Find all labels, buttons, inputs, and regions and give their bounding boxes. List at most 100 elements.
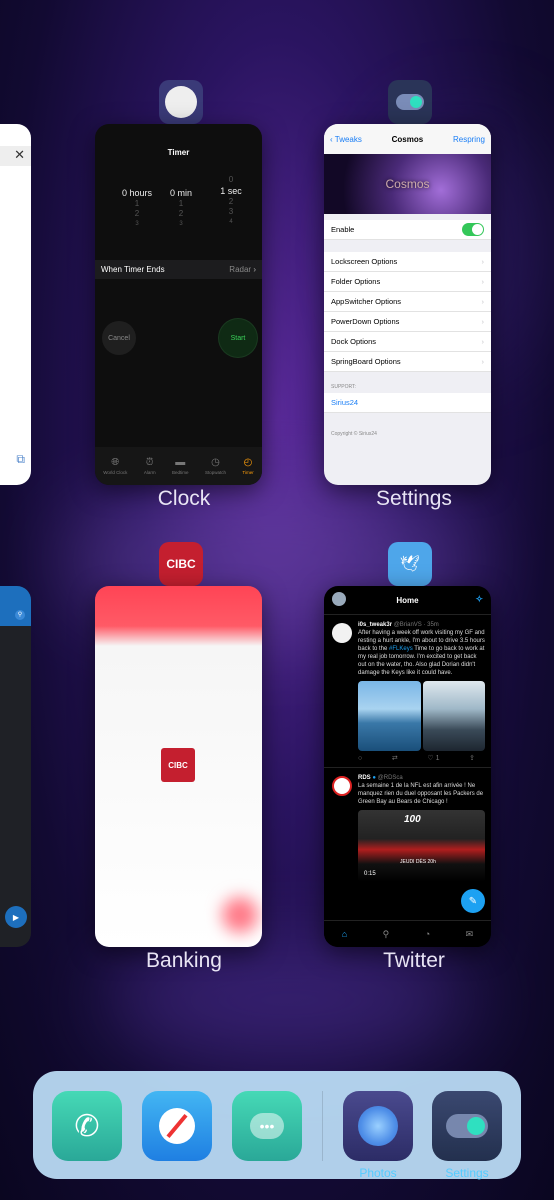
settings-app-icon (388, 80, 432, 124)
partial-app-card-left-bottom[interactable]: ⚲ ▶ (0, 586, 31, 947)
seconds-picker[interactable]: 0 1 sec 2 3 4 (211, 175, 251, 227)
video-button[interactable]: ▶ (5, 906, 27, 928)
tweet[interactable]: RDS ● @RDSca La semaine 1 de la NFL est … (324, 767, 491, 882)
when-timer-ends-row[interactable]: When Timer Ends Radar › (95, 260, 262, 279)
video-caption: JEUDI DÈS 20h (400, 859, 436, 865)
option-row[interactable]: SpringBoard Options › (324, 352, 491, 372)
photo[interactable] (358, 681, 421, 751)
tweet-video[interactable]: 100 JEUDI DÈS 20h 0:15 (358, 810, 485, 882)
bell-icon[interactable]: ◔ (425, 929, 430, 939)
hashtag-link[interactable]: #FLKeys (389, 646, 413, 652)
messages-icon: ••• (250, 1113, 284, 1139)
home-icon[interactable]: ⌂ (342, 929, 347, 939)
bed-icon: ▬ (175, 457, 186, 468)
avatar (332, 776, 352, 796)
settings-nav-bar: ‹ Tweaks Cosmos Respring (324, 124, 491, 154)
search-icon: ⚲ (15, 610, 25, 620)
compose-icon: ✎ (468, 895, 478, 907)
hours-picker[interactable]: 0 hours 1 2 3 (117, 187, 157, 229)
close-icon[interactable]: ✕ (14, 147, 25, 163)
clock-icon (165, 86, 197, 118)
twitter-app-card[interactable]: Home ✧ i0s_tweak3r @BrianVS · 35m After … (324, 586, 491, 947)
settings-label: Settings (445, 1166, 489, 1180)
twitter-app-icon: 🕊︎ (388, 542, 432, 586)
phone-app-button[interactable]: ✆ (52, 1091, 122, 1161)
tweet-actions: ○ ⇄ ♡ 1 ⇪ (358, 751, 485, 767)
back-button[interactable]: ‹ Tweaks (330, 135, 362, 144)
reply-icon[interactable]: ○ (358, 755, 362, 763)
banking-app-label: Banking (146, 949, 222, 972)
clock-app-label: Clock (157, 487, 211, 510)
dock: ✆ ••• Photos Settings (33, 1071, 521, 1180)
settings-app-button[interactable] (432, 1091, 502, 1161)
sparkle-icon[interactable]: ✧ (475, 594, 483, 605)
photo[interactable] (422, 681, 485, 751)
avatar[interactable] (332, 592, 346, 606)
chevron-right-icon: › (481, 297, 485, 306)
video-badge: 100 (404, 814, 421, 825)
support-link[interactable]: Sirius24 (324, 393, 491, 413)
option-row[interactable]: PowerDown Options › (324, 312, 491, 332)
tweet-media[interactable] (358, 681, 485, 751)
phone-icon: ✆ (74, 1109, 100, 1143)
chevron-right-icon: › (481, 337, 485, 346)
video-duration: 0:15 (364, 871, 376, 877)
tab-stopwatch[interactable]: ◷ Stopwatch (205, 457, 226, 475)
mail-icon[interactable]: ✉ (466, 929, 474, 940)
twitter-header: Home ✧ (324, 586, 491, 615)
tweet[interactable]: i0s_tweak3r @BrianVS · 35m After having … (324, 615, 491, 767)
twitter-tab-bar: ⌂ ⚲ ◔ ✉ (324, 920, 491, 947)
tabs-icon: ⧉ (16, 452, 25, 466)
settings-app-label: Settings (376, 487, 452, 510)
partial-app-card-left-top[interactable]: ✕ ⧉ (0, 124, 31, 485)
settings-page-title: Cosmos (391, 134, 424, 144)
clock-tab-bar: 🌐︎ World Clock ⏰︎ Alarm ▬ Bedtime ◷ Stopwatc… (95, 447, 262, 485)
cosmos-banner: Cosmos (324, 154, 491, 214)
tab-bedtime[interactable]: ▬ Bedtime (172, 457, 189, 475)
option-row[interactable]: AppSwitcher Options › (324, 292, 491, 312)
banking-app-card[interactable]: CIBC (95, 586, 262, 947)
enable-row: Enable (324, 220, 491, 240)
compass-icon (159, 1108, 195, 1144)
enable-toggle[interactable] (462, 223, 484, 236)
start-button[interactable]: Start (221, 321, 255, 355)
cancel-button[interactable]: Cancel (102, 321, 136, 355)
photos-label: Photos (359, 1166, 397, 1180)
timer-icon: ◴ (243, 457, 253, 468)
compose-button[interactable]: ✎ (461, 889, 485, 913)
clock-app-card[interactable]: Timer 0 hours 1 2 3 0 min 1 2 3 0 1 sec … (95, 124, 262, 485)
photos-icon (358, 1106, 398, 1146)
chevron-left-icon: ‹ (330, 134, 333, 144)
chevron-right-icon: › (481, 357, 485, 366)
tab-alarm[interactable]: ⏰︎ Alarm (144, 457, 156, 475)
alarm-icon: ⏰︎ (145, 457, 154, 468)
respring-button[interactable]: Respring (453, 135, 485, 144)
option-row[interactable]: Dock Options › (324, 332, 491, 352)
like-button[interactable]: ♡ 1 (427, 755, 439, 763)
retweet-icon[interactable]: ⇄ (392, 755, 398, 763)
timer-title: Timer (167, 148, 190, 157)
support-header: SUPPORT: (331, 384, 356, 390)
minutes-picker[interactable]: 0 min 1 2 3 (161, 187, 201, 229)
search-icon[interactable]: ⚲ (383, 929, 390, 940)
browser-app-button[interactable] (142, 1091, 212, 1161)
verified-icon: ● (372, 775, 376, 781)
cibc-logo: CIBC (161, 748, 195, 782)
photos-app-button[interactable] (343, 1091, 413, 1161)
clock-app-icon (159, 80, 203, 124)
option-row[interactable]: Folder Options › (324, 272, 491, 292)
option-row[interactable]: Lockscreen Options › (324, 252, 491, 272)
dock-divider (322, 1091, 323, 1161)
banking-app-icon: CIBC (159, 542, 203, 586)
twitter-app-label: Twitter (383, 949, 445, 972)
tab-timer[interactable]: ◴ Timer (242, 457, 253, 475)
messages-app-button[interactable]: ••• (232, 1091, 302, 1161)
chevron-right-icon: › (253, 265, 256, 274)
tab-world-clock[interactable]: 🌐︎ World Clock (103, 457, 127, 475)
settings-app-card[interactable]: ‹ Tweaks Cosmos Respring Cosmos Enable L… (324, 124, 491, 485)
settings-icon (446, 1114, 488, 1138)
avatar (332, 623, 352, 643)
share-icon[interactable]: ⇪ (469, 755, 475, 763)
chevron-right-icon: › (481, 257, 485, 266)
toggle-icon (396, 94, 424, 110)
